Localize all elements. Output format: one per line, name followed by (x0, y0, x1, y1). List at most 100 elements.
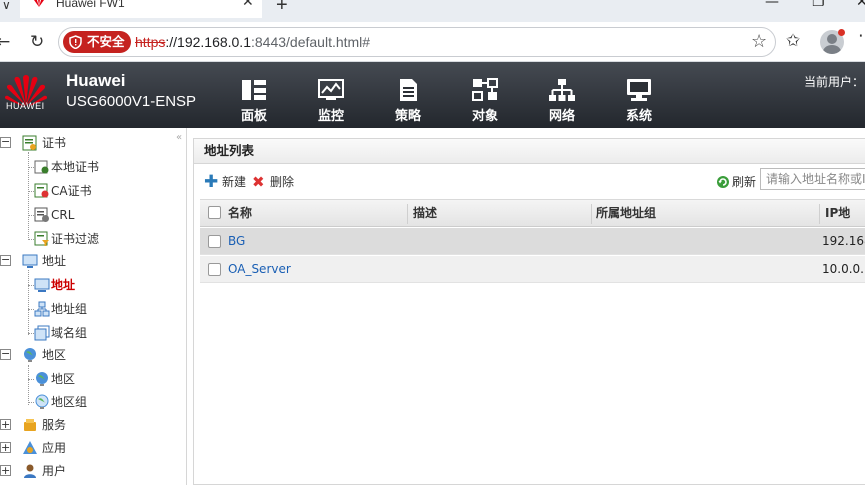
tree-label: 地区 (42, 348, 67, 362)
tree-node-user[interactable]: + 用户 (0, 461, 180, 481)
url-scheme: https (135, 34, 166, 50)
system-icon (627, 79, 651, 101)
menu-monitor[interactable]: 监控 (301, 62, 361, 128)
tree-node-address-group[interactable]: 地址组 (28, 299, 178, 319)
address-name-link[interactable]: OA_Server (228, 256, 291, 283)
tree-node-cert-filter[interactable]: 证书过滤 (28, 229, 178, 249)
tree-node-region-group[interactable]: 地区组 (28, 392, 178, 412)
expand-toggle-icon[interactable]: + (0, 442, 11, 453)
tree-node-address-folder[interactable]: − 地址 (0, 251, 180, 271)
brand-name: Huawei (66, 71, 126, 90)
tree-node-service[interactable]: + 服务 (0, 415, 180, 435)
column-header-description[interactable]: 描述 (413, 200, 437, 227)
minimize-icon[interactable]: — (765, 0, 779, 10)
menu-label: 面板 (240, 109, 267, 124)
table-row[interactable]: BG 192.168. (200, 228, 865, 255)
tree-label: CRL (51, 208, 75, 222)
menu-label: 网络 (548, 109, 575, 124)
column-divider[interactable] (819, 204, 820, 224)
network-icon (549, 79, 575, 101)
new-tab-icon[interactable]: + (276, 0, 288, 17)
tree-node-crl[interactable]: CRL (28, 205, 178, 225)
tree-node-region[interactable]: 地区 (28, 369, 178, 389)
tree-node-local-cert[interactable]: 本地证书 (28, 157, 178, 177)
menu-system[interactable]: 系统 (609, 62, 669, 128)
region-group-icon (35, 394, 49, 409)
browser-toolbar: ← ↻ 不安全 https://192.168.0.1:8443/default… (0, 22, 865, 62)
address-folder-icon (22, 254, 38, 268)
crl-icon (34, 207, 49, 222)
table-row[interactable]: OA_Server 10.0.0.1 (200, 256, 865, 283)
shield-warning-icon (69, 35, 82, 49)
menu-dashboard[interactable]: 面板 (224, 62, 284, 128)
refresh-icon[interactable] (716, 175, 730, 189)
menu-label: 对象 (471, 109, 498, 124)
tree-label: 证书 (42, 136, 67, 150)
cert-filter-icon (34, 231, 49, 246)
tree-node-application[interactable]: + 应用 (0, 438, 180, 458)
address-search-input[interactable] (760, 168, 865, 190)
collapse-toggle-icon[interactable]: − (0, 254, 11, 266)
address-ip: 192.168. (822, 234, 865, 248)
logo-text: HUAWEI (6, 101, 45, 111)
menu-label: 系统 (625, 109, 652, 124)
panel-title: 地址列表 (194, 139, 865, 164)
tab-close-icon[interactable]: ✕ (242, 0, 254, 10)
tree-label: 本地证书 (51, 160, 100, 174)
menu-network[interactable]: 网络 (532, 62, 592, 128)
bookmark-star-icon[interactable]: ☆ (751, 31, 767, 52)
address-name-link[interactable]: BG (228, 228, 245, 255)
security-warning-chip[interactable]: 不安全 (63, 31, 131, 53)
delete-button[interactable]: 删除 (270, 173, 294, 190)
browser-tab[interactable]: Huawei FW1 ✕ (20, 0, 262, 18)
address-icon (34, 278, 50, 292)
reload-icon[interactable]: ↻ (30, 32, 44, 52)
row-checkbox[interactable] (208, 263, 221, 276)
delete-icon[interactable]: ✖ (252, 173, 265, 191)
address-bar[interactable]: 不安全 https://192.168.0.1:8443/default.htm… (58, 27, 776, 57)
device-model: USG6000V1-ENSP (66, 93, 197, 110)
column-header-address-group[interactable]: 所属地址组 (596, 200, 656, 227)
refresh-button[interactable]: 刷新 (732, 173, 756, 190)
tree-label: CA证书 (51, 184, 92, 198)
tree-node-certificate[interactable]: − 证书 (0, 133, 180, 153)
tree-node-domain-group[interactable]: 域名组 (28, 323, 178, 343)
expand-toggle-icon[interactable]: + (0, 465, 11, 476)
row-checkbox[interactable] (208, 235, 221, 248)
close-window-icon[interactable]: ✕ (856, 0, 865, 10)
certificate-icon (22, 135, 37, 151)
address-group-icon (34, 301, 50, 317)
expand-toggle-icon[interactable]: + (0, 419, 11, 430)
favorites-icon[interactable]: ✩ (786, 31, 800, 51)
column-header-name[interactable]: 名称 (228, 200, 252, 227)
more-menu-icon[interactable]: ⋯ (858, 26, 865, 46)
column-header-ip[interactable]: IP地址/ (825, 200, 865, 247)
user-icon (24, 464, 36, 478)
navigation-tree: « − 证书 本地证书 CA证书 CRL 证书过滤 − 地址 地址 地址组 域名… (0, 128, 187, 485)
ca-cert-icon (34, 183, 49, 198)
column-divider[interactable] (591, 204, 592, 224)
collapse-toggle-icon[interactable]: − (0, 348, 11, 360)
back-icon[interactable]: ← (0, 32, 10, 52)
column-divider[interactable] (407, 204, 408, 224)
current-user-label: 当前用户： (804, 75, 865, 89)
add-icon[interactable]: ✚ (204, 172, 218, 192)
notification-dot (838, 29, 845, 36)
tree-node-region-folder[interactable]: − 地区 (0, 345, 180, 365)
security-label: 不安全 (87, 34, 125, 49)
select-all-checkbox[interactable] (208, 206, 221, 219)
tree-label: 地区 (51, 372, 76, 386)
collapse-toggle-icon[interactable]: − (0, 136, 11, 148)
tree-label: 域名组 (51, 326, 88, 340)
menu-policy[interactable]: 策略 (378, 62, 438, 128)
region-folder-icon (24, 348, 36, 362)
huawei-favicon-icon (34, 0, 44, 7)
tree-node-ca-cert[interactable]: CA证书 (28, 181, 178, 201)
menu-object[interactable]: 对象 (455, 62, 515, 128)
tab-search-chevron-icon[interactable]: ∨ (2, 0, 11, 14)
table-header: 名称 描述 所属地址组 IP地址/ (200, 199, 865, 247)
tree-node-address[interactable]: 地址 (28, 275, 178, 295)
maximize-icon[interactable]: ❐ (812, 0, 825, 10)
tree-label: 地址组 (51, 302, 88, 316)
new-button[interactable]: 新建 (222, 173, 246, 190)
